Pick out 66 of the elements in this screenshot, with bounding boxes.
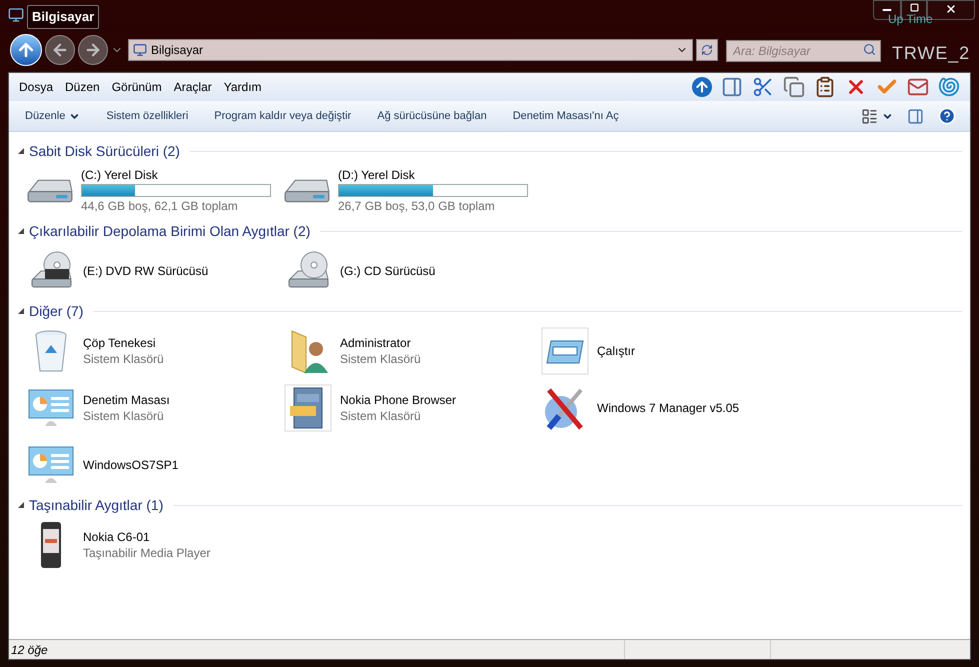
command-button[interactable]: Denetim Masası'nı Aç <box>506 108 625 124</box>
item-name[interactable]: (G:) CD Sürücüsü <box>340 262 436 278</box>
collapse-arrow-icon[interactable] <box>17 147 25 155</box>
forward-arrow-icon <box>84 41 102 59</box>
computer-icon <box>8 7 24 23</box>
refresh-icon <box>701 44 713 56</box>
collapse-arrow-icon[interactable] <box>17 501 25 509</box>
group-header[interactable]: Diğer (7) <box>29 300 84 322</box>
item-name[interactable]: Nokia C6-01 <box>83 528 210 544</box>
menu-item[interactable]: Dosya <box>13 78 60 96</box>
command-button[interactable]: Düzenle <box>19 108 86 124</box>
command-button[interactable]: Ağ sürücüsüne bağlan <box>371 108 493 124</box>
item-detail: 26,7 GB boş, 53,0 GB toplam <box>338 198 496 214</box>
group-header[interactable]: Taşınabilir Aygıtlar (1) <box>29 494 164 516</box>
panel-icon[interactable] <box>721 76 743 98</box>
item-name[interactable]: Windows 7 Manager v5.05 <box>597 400 740 416</box>
item-name[interactable]: (D:) Yerel Disk <box>338 167 528 183</box>
file-cabinet-icon <box>284 384 332 432</box>
item-name[interactable]: WindowsOS7SP1 <box>83 456 178 472</box>
help-icon[interactable] <box>938 107 956 125</box>
window-title: Bilgisayar <box>27 5 100 28</box>
hard-disk-icon <box>27 178 73 202</box>
item-name[interactable]: Administrator <box>340 334 421 350</box>
mail-icon[interactable] <box>907 76 929 98</box>
item-detail: 44,6 GB boş, 62,1 GB toplam <box>81 198 239 214</box>
shell-icon[interactable] <box>938 76 960 98</box>
item-name[interactable]: Çöp Tenekesi <box>83 334 164 350</box>
item-name[interactable]: (C:) Yerel Disk <box>81 167 271 183</box>
item-detail: Sistem Klasörü <box>83 350 164 366</box>
status-text: 12 öğe <box>10 642 49 658</box>
paste-icon[interactable] <box>814 76 836 98</box>
item-detail: Taşınabilir Media Player <box>83 544 210 560</box>
collapse-arrow-icon[interactable] <box>17 227 25 235</box>
menu-item[interactable]: Araçlar <box>168 78 218 96</box>
gadget-label: Up Time <box>888 11 933 28</box>
item-name[interactable]: Çalıştır <box>597 342 636 358</box>
refresh-button[interactable] <box>696 39 718 61</box>
address-field[interactable]: Bilgisayar <box>128 39 693 61</box>
forward-button[interactable] <box>78 35 108 65</box>
up-button[interactable] <box>10 34 42 66</box>
command-button[interactable]: Sistem özellikleri <box>100 108 194 124</box>
preview-pane-icon[interactable] <box>907 108 924 124</box>
back-button[interactable] <box>45 35 75 65</box>
cut-icon[interactable] <box>752 76 774 98</box>
menu-item[interactable]: Düzen <box>59 78 106 96</box>
command-button[interactable]: Program kaldır veya değiştir <box>208 108 358 124</box>
menu-item[interactable]: Görünüm <box>106 78 168 96</box>
gadget-label: TRWE_2 <box>892 42 970 65</box>
item-detail: Sistem Klasörü <box>340 350 421 366</box>
item-name[interactable]: Denetim Masası <box>83 392 170 408</box>
hard-disk-icon <box>284 178 330 202</box>
close-icon <box>945 3 957 15</box>
item-name[interactable]: Nokia Phone Browser <box>340 392 456 408</box>
menu-item[interactable]: Yardım <box>218 78 268 96</box>
collapse-arrow-icon[interactable] <box>17 307 25 315</box>
item-detail: Sistem Klasörü <box>340 408 422 424</box>
run-dialog-icon <box>541 326 589 374</box>
view-icon[interactable] <box>861 108 878 124</box>
group-header[interactable]: Çıkarılabilir Depolama Birimi Olan Aygıtlar (2) <box>29 220 310 242</box>
computer-icon <box>133 43 147 57</box>
item-name[interactable]: (E:) DVD RW Sürücüsü <box>83 262 208 278</box>
group-header[interactable]: Sabit Disk Sürücüleri (2) <box>29 140 180 162</box>
item-detail: Sistem Klasörü <box>83 408 165 424</box>
search-icon <box>863 43 876 56</box>
copy-icon[interactable] <box>783 76 805 98</box>
maximize-icon <box>910 3 918 12</box>
